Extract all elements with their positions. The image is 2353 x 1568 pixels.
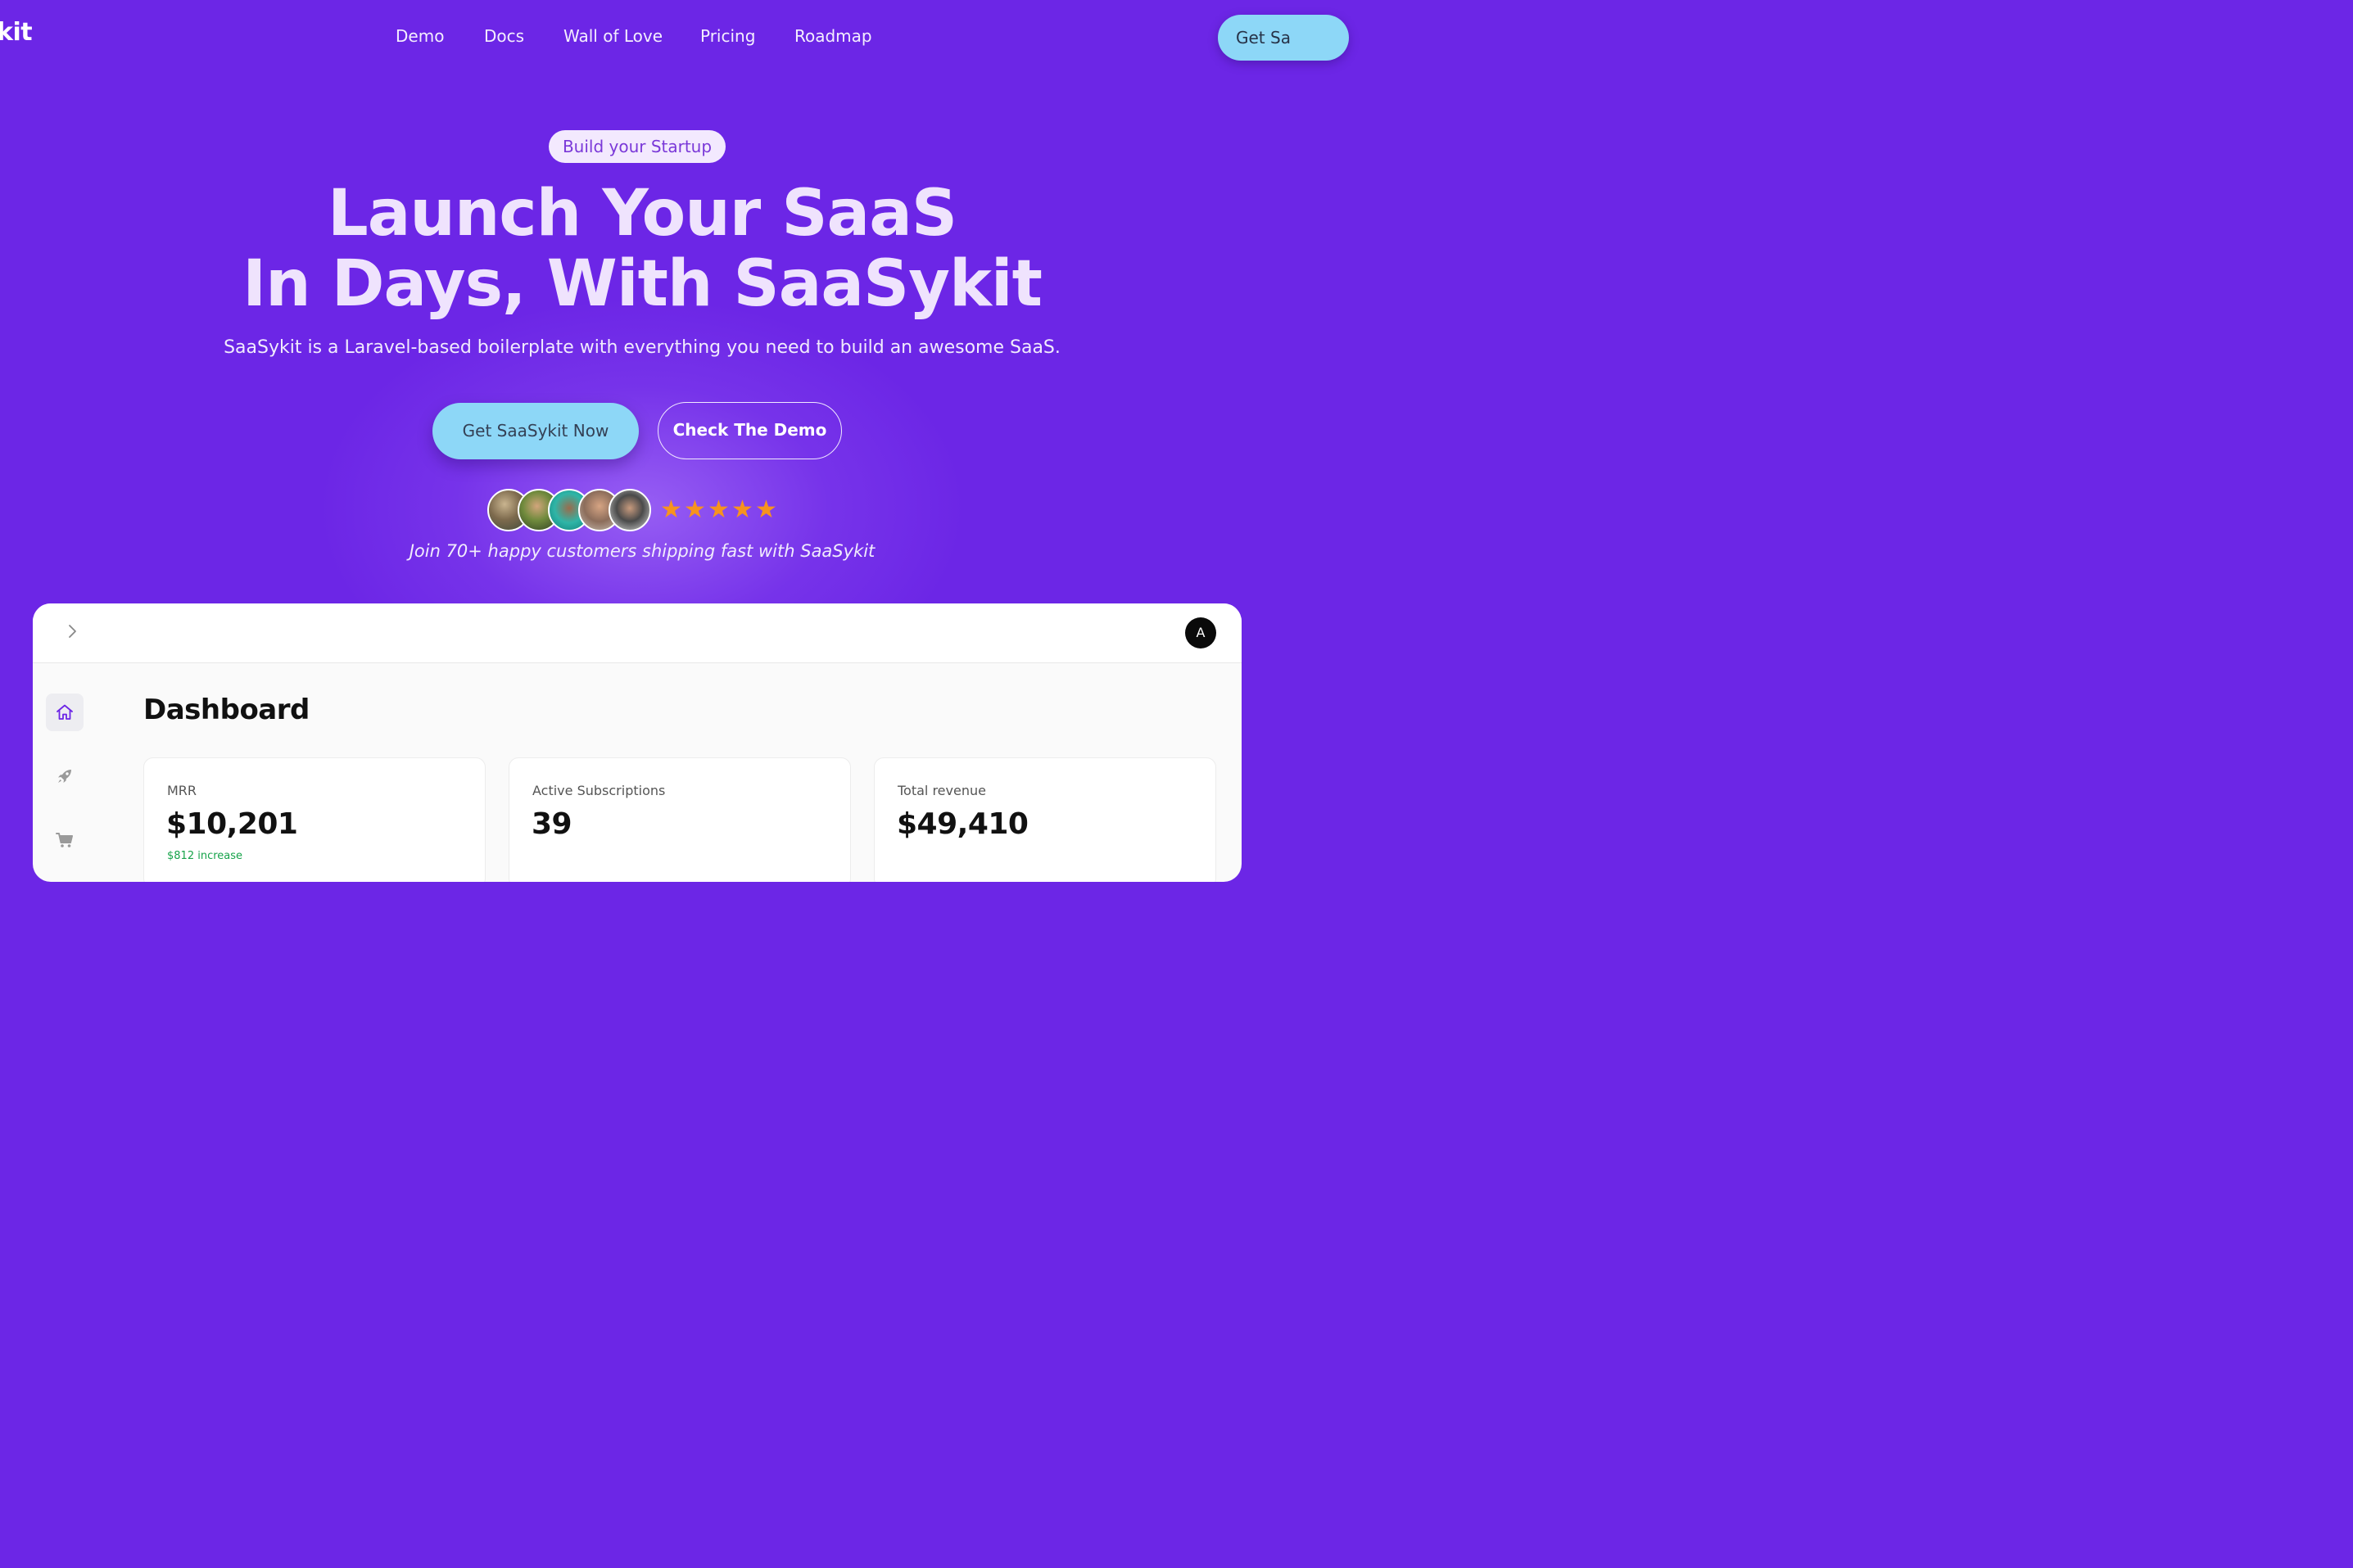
customer-avatar <box>609 489 651 531</box>
sidebar-item-home[interactable] <box>46 694 84 731</box>
dashboard-preview: A Dashboard MRR $10,201 $812 increase Ac… <box>33 603 1242 882</box>
sidebar-item-launch[interactable] <box>46 757 84 795</box>
main-nav: Demo Docs Wall of Love Pricing Roadmap <box>0 26 1284 51</box>
hero-headline-line2: In Days, With SaaSykit <box>242 247 1043 321</box>
social-proof-text: Join 70+ happy customers shipping fast w… <box>409 541 876 561</box>
nav-link-pricing[interactable]: Pricing <box>700 26 755 46</box>
stat-label: MRR <box>167 783 197 798</box>
get-saasykit-button[interactable]: Get SaaSykit Now <box>432 403 639 459</box>
customer-avatars <box>487 489 667 531</box>
chevron-right-icon[interactable] <box>62 621 82 641</box>
stat-card-total-revenue: Total revenue $49,410 <box>874 757 1216 882</box>
stat-card-active-subscriptions: Active Subscriptions 39 <box>509 757 851 882</box>
cart-icon <box>56 833 73 847</box>
sidebar-item-orders[interactable] <box>46 821 84 859</box>
header-cta-button[interactable]: Get Sa <box>1218 15 1349 61</box>
hero-subtitle: SaaSykit is a Laravel-based boilerplate … <box>224 337 1061 358</box>
hero-headline-line1: Launch Your SaaS <box>328 177 957 251</box>
nav-link-roadmap[interactable]: Roadmap <box>794 26 872 46</box>
nav-link-demo[interactable]: Demo <box>396 26 444 46</box>
stat-value: $49,410 <box>897 807 1029 841</box>
dashboard-title: Dashboard <box>143 694 310 726</box>
stat-value: $10,201 <box>166 807 298 841</box>
stat-card-mrr: MRR $10,201 $812 increase <box>143 757 486 882</box>
stat-label: Active Subscriptions <box>532 783 666 798</box>
stat-label: Total revenue <box>898 783 986 798</box>
nav-link-docs[interactable]: Docs <box>484 26 524 46</box>
star-icon: ★ <box>731 495 753 524</box>
check-demo-button[interactable]: Check The Demo <box>658 402 842 459</box>
dashboard-topbar: A <box>33 603 1242 663</box>
stat-trend: $812 increase <box>167 850 243 862</box>
home-icon <box>57 704 73 720</box>
user-avatar[interactable]: A <box>1185 617 1216 648</box>
rocket-icon <box>58 770 71 783</box>
stat-value: 39 <box>532 807 572 841</box>
hero-badge: Build your Startup <box>549 130 726 163</box>
star-icon: ★ <box>660 495 682 524</box>
star-icon: ★ <box>755 495 777 524</box>
star-icon: ★ <box>684 495 706 524</box>
nav-link-wall-of-love[interactable]: Wall of Love <box>563 26 663 46</box>
rating-stars: ★ ★ ★ ★ ★ <box>660 495 777 525</box>
star-icon: ★ <box>708 495 730 524</box>
